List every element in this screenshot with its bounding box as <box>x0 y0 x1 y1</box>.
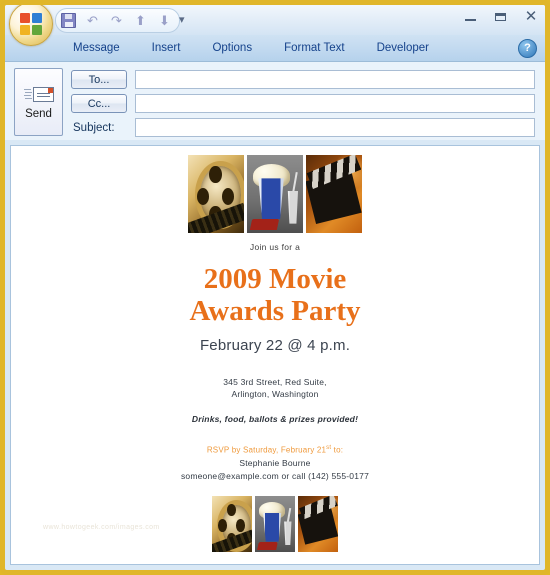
address-line-2: Arlington, Washington <box>231 389 319 400</box>
film-reel-photo <box>188 155 244 233</box>
address-line-1: 345 3rd Street, Red Suite, <box>223 376 327 387</box>
invitation-datetime: February 22 @ 4 p.m. <box>199 336 351 354</box>
undo-arrow-icon: ↶ <box>87 13 98 28</box>
contact-details: someone@example.com or call (142) 555-01… <box>180 470 370 481</box>
film-reel-photo <box>212 495 252 552</box>
invitation-intro: Join us for a <box>249 242 301 252</box>
ribbon-tab-bar: Message Insert Options Format Text Devel… <box>5 35 545 62</box>
invitation-rsvp-line: RSVP by Saturday, February 21st to: <box>11 445 539 455</box>
popcorn-drink-photo <box>255 495 295 552</box>
cc-input[interactable] <box>135 94 535 113</box>
invitation-title: 2009 Movie Awards Party <box>11 263 539 328</box>
tab-message[interactable]: Message <box>57 35 136 61</box>
save-floppy-icon <box>61 13 76 28</box>
minimize-button[interactable] <box>463 9 479 25</box>
invitation-title-line1: 2009 Movie <box>203 263 347 295</box>
tab-format-text[interactable]: Format Text <box>268 35 361 61</box>
send-button-label: Send <box>25 107 52 120</box>
message-body[interactable]: Join us for a 2009 Movie Awards Party Fe… <box>10 145 540 565</box>
to-button[interactable]: To... <box>71 70 127 89</box>
help-icon[interactable]: ? <box>518 39 537 58</box>
outlook-compose-window: ↶ ↷ ⬆ ⬇ ▾ ✕ Message Insert Options Forma… <box>0 0 550 575</box>
redo-arrow-icon: ↷ <box>111 13 122 28</box>
quick-access-overflow-icon[interactable]: ▾ <box>179 13 185 26</box>
rsvp-prefix: RSVP by Saturday, February 21 <box>206 445 327 455</box>
close-button[interactable]: ✕ <box>523 9 539 25</box>
rsvp-suffix: to: <box>331 445 344 455</box>
invitation-contact: Stephanie Bourne someone@example.com or … <box>11 457 539 483</box>
subject-input[interactable] <box>135 118 535 137</box>
invitation-provided-note: Drinks, food, ballots & prizes provided! <box>191 413 359 424</box>
title-bar: ↶ ↷ ⬆ ⬇ ▾ ✕ <box>5 5 545 46</box>
invitation-address: 345 3rd Street, Red Suite, Arlington, Wa… <box>11 376 539 401</box>
redo-button[interactable]: ↷ <box>108 12 125 29</box>
send-button[interactable]: Send <box>14 68 63 136</box>
subject-label: Subject: <box>73 121 115 134</box>
clapperboard-photo <box>306 155 362 233</box>
clapperboard-photo <box>298 495 338 552</box>
subject-row: Subject: <box>71 118 535 137</box>
to-input[interactable] <box>135 70 535 89</box>
next-item-button[interactable]: ⬇ <box>156 12 173 29</box>
maximize-button[interactable] <box>493 9 509 25</box>
invitation-title-line2: Awards Party <box>189 295 361 328</box>
send-envelope-icon <box>23 85 54 105</box>
tab-options[interactable]: Options <box>196 35 268 61</box>
tab-insert[interactable]: Insert <box>136 35 197 61</box>
save-button[interactable] <box>60 12 77 29</box>
undo-button[interactable]: ↶ <box>84 12 101 29</box>
down-arrow-icon: ⬇ <box>159 13 170 28</box>
office-orb-icon <box>20 13 42 35</box>
watermark-text: www.howtogeek.com/images.com <box>43 524 160 531</box>
window-controls: ✕ <box>463 9 539 25</box>
popcorn-drink-photo <box>247 155 303 233</box>
office-orb-button[interactable] <box>9 5 53 46</box>
compose-header: Send To... Cc... Subject: <box>5 62 545 140</box>
image-strip-top <box>11 155 539 233</box>
up-arrow-icon: ⬆ <box>135 13 146 28</box>
invitation-card: Join us for a 2009 Movie Awards Party Fe… <box>11 155 539 564</box>
to-row: To... <box>71 70 535 89</box>
cc-button[interactable]: Cc... <box>71 94 127 113</box>
host-name: Stephanie Bourne <box>239 458 311 469</box>
previous-item-button[interactable]: ⬆ <box>132 12 149 29</box>
quick-access-toolbar: ↶ ↷ ⬆ ⬇ <box>55 8 180 33</box>
cc-row: Cc... <box>71 94 535 113</box>
tab-developer[interactable]: Developer <box>361 35 445 61</box>
